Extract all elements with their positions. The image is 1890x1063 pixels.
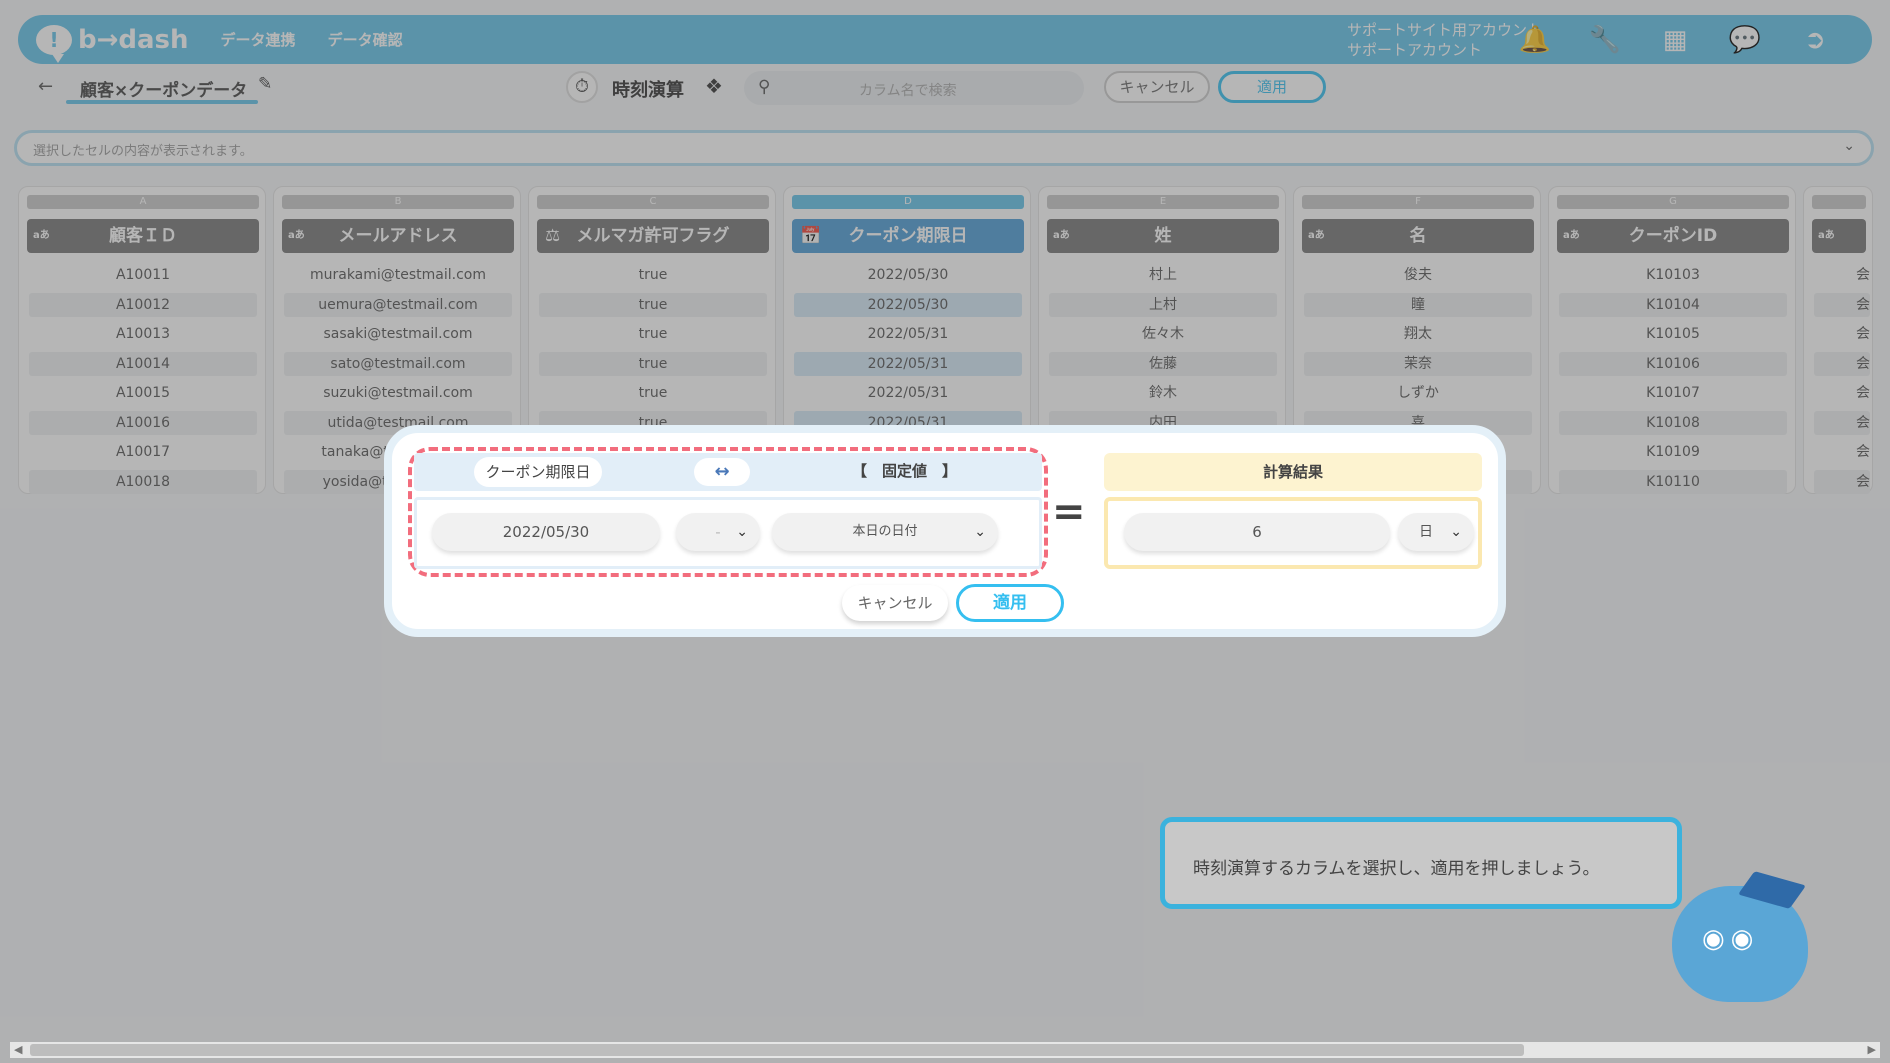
result-header: 計算結果 — [1104, 453, 1482, 491]
mascot-face-icon: ◉◉ — [1702, 924, 1760, 954]
column-label-pill[interactable]: クーポン期限日 — [474, 457, 602, 487]
scroll-right-icon[interactable]: ▶ — [1868, 1042, 1876, 1058]
result-value-pill: 6 — [1124, 513, 1390, 551]
date-value: 2022/05/30 — [502, 523, 590, 541]
swap-arrows-icon[interactable]: ↔ — [694, 458, 750, 486]
horizontal-scrollbar[interactable]: ◀ ▶ — [10, 1042, 1880, 1058]
unit-select[interactable]: 日 ⌄ — [1398, 513, 1474, 551]
chevron-down-icon: ⌄ — [974, 524, 986, 540]
operator-value: - — [715, 523, 721, 541]
scrollbar-thumb[interactable] — [30, 1044, 1524, 1056]
date-value-pill[interactable]: 2022/05/30 — [432, 513, 660, 551]
fixed-value-select[interactable]: 本日の日付 ⌄ — [772, 513, 998, 551]
operator-select[interactable]: - ⌄ — [676, 513, 760, 551]
time-calc-modal: クーポン期限日 ↔ 【 固定値 】 2022/05/30 - ⌄ 本日の日付 ⌄… — [384, 425, 1506, 637]
chevron-down-icon: ⌄ — [736, 524, 748, 540]
guide-text: 時刻演算するカラムを選択し、適用を押しましょう。 — [1193, 859, 1600, 879]
equals-sign: = — [1052, 489, 1086, 535]
fixed-value: 本日の日付 — [852, 524, 918, 539]
fixed-value-label: 【 固定値 】 — [852, 462, 958, 480]
chevron-down-icon: ⌄ — [1450, 524, 1462, 540]
modal-cancel-button[interactable]: キャンセル — [842, 585, 948, 621]
guide-speech-bubble: 時刻演算するカラムを選択し、適用を押しましょう。 — [1160, 817, 1682, 909]
result-value: 6 — [1252, 523, 1262, 541]
modal-apply-button[interactable]: 適用 — [956, 584, 1064, 622]
scroll-left-icon[interactable]: ◀ — [14, 1042, 22, 1058]
unit-value: 日 — [1419, 524, 1433, 540]
